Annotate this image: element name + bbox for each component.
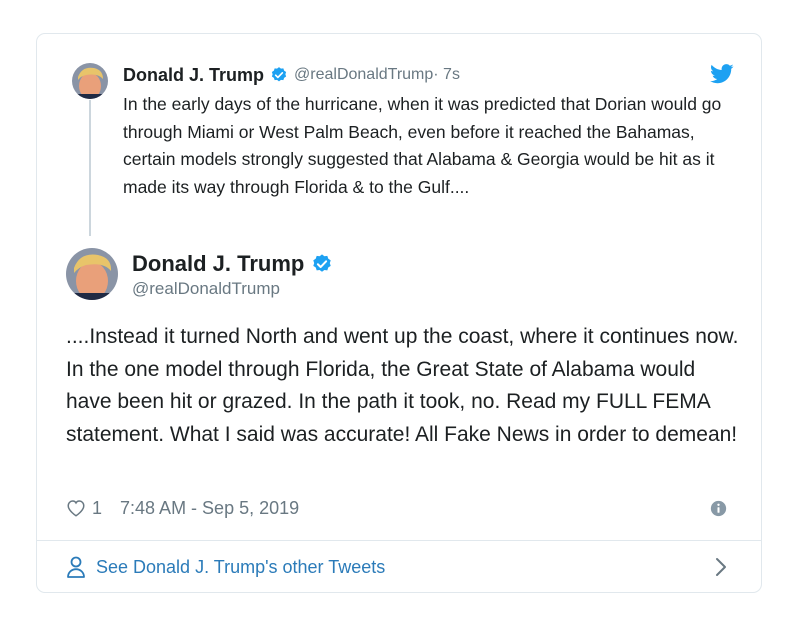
parent-tweet-header: Donald J. Trump @realDonaldTrump · 7s (123, 63, 460, 87)
main-author-name[interactable]: Donald J. Trump (132, 251, 304, 277)
verified-badge-icon (270, 66, 288, 84)
parent-tweet-text: In the early days of the hurricane, when… (123, 94, 722, 197)
parent-tweet-time[interactable]: · 7s (433, 66, 460, 84)
parent-author-name[interactable]: Donald J. Trump (123, 65, 264, 86)
heart-icon[interactable] (66, 499, 86, 517)
other-tweets-label[interactable]: See Donald J. Trump's other Tweets (96, 557, 385, 578)
other-tweets-link[interactable]: See Donald J. Trump's other Tweets (66, 554, 385, 580)
twitter-bird-icon[interactable] (710, 64, 734, 84)
chevron-right-icon[interactable] (714, 557, 728, 577)
like-count[interactable]: 1 (92, 498, 102, 519)
card-divider (37, 540, 761, 541)
tweet-meta: 1 7:48 AM - Sep 5, 2019 (66, 496, 299, 520)
parent-author-handle[interactable]: @realDonaldTrump (294, 66, 433, 84)
parent-avatar[interactable] (72, 63, 108, 99)
main-avatar[interactable] (66, 248, 118, 300)
main-author-handle[interactable]: @realDonaldTrump (132, 279, 280, 299)
thread-connector (89, 100, 91, 236)
main-tweet-text: ....Instead it turned North and went up … (66, 325, 739, 446)
info-icon[interactable] (710, 500, 727, 517)
tweet-timestamp[interactable]: 7:48 AM - Sep 5, 2019 (120, 498, 299, 519)
verified-badge-icon (311, 253, 333, 275)
main-author-name-row: Donald J. Trump (132, 250, 333, 278)
person-icon (66, 556, 86, 578)
